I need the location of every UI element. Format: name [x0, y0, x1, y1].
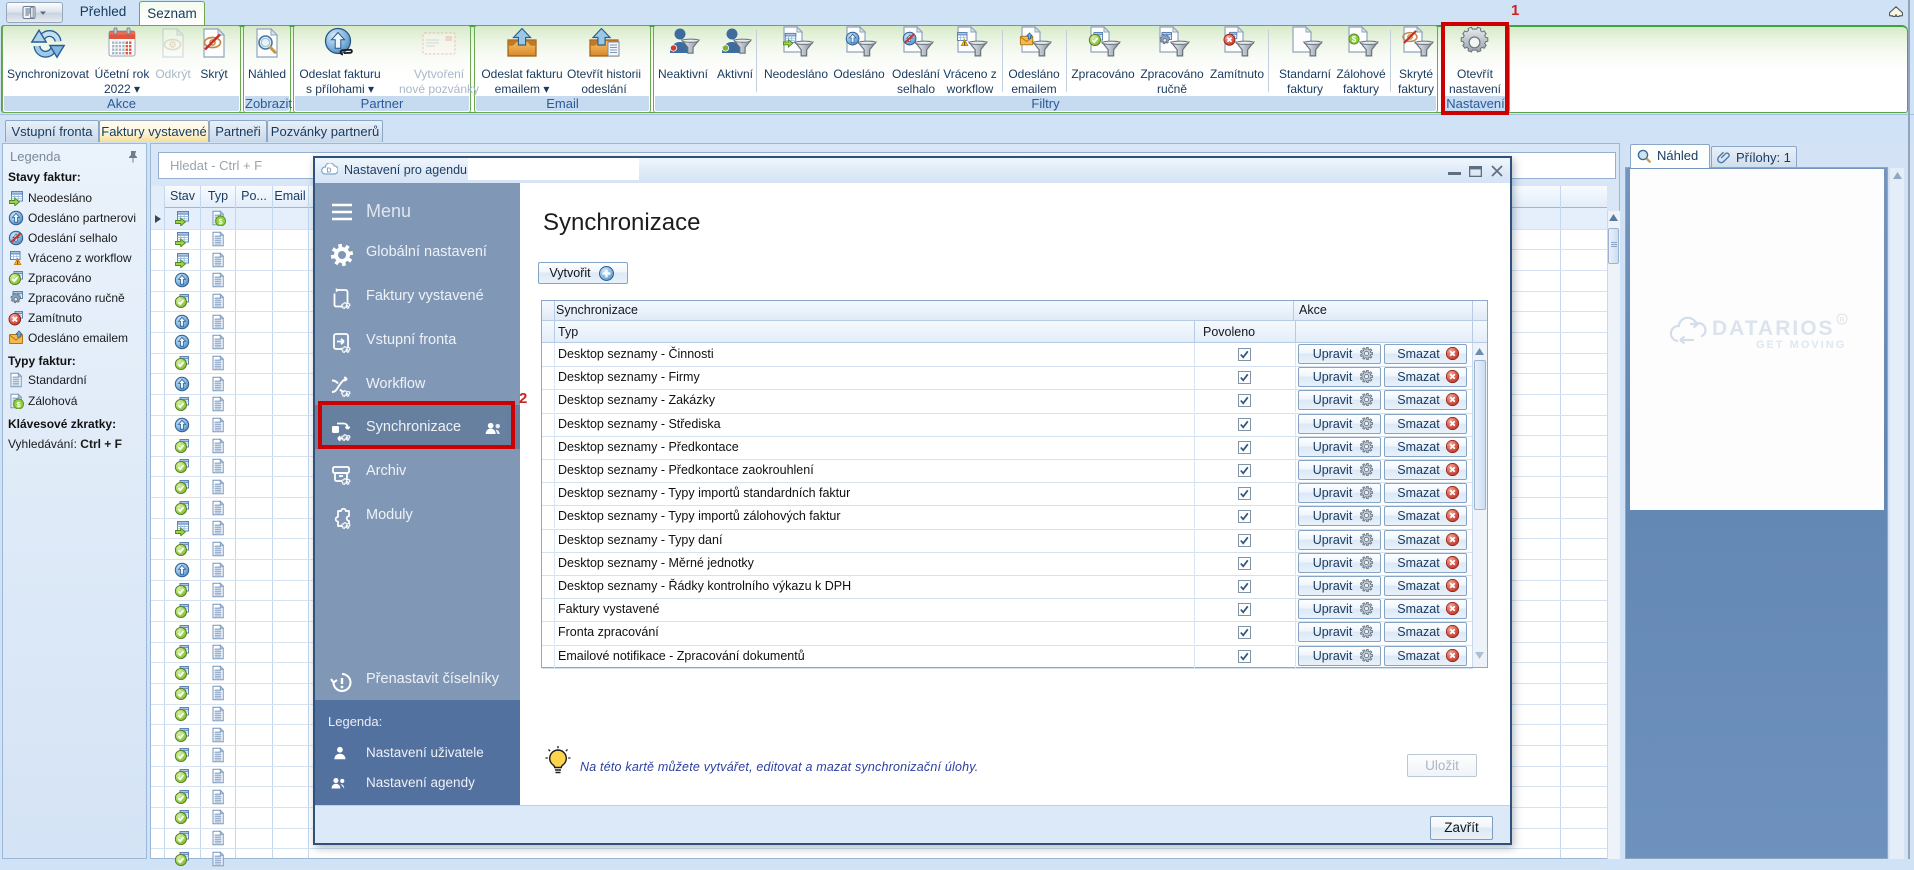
svg-text:GET MOVING: GET MOVING — [1756, 339, 1846, 351]
svg-text:$: $ — [1352, 35, 1357, 44]
svg-text:R: R — [1839, 317, 1844, 324]
svg-text:DATARIOS: DATARIOS — [1712, 317, 1835, 340]
svg-text:D: D — [326, 168, 331, 175]
